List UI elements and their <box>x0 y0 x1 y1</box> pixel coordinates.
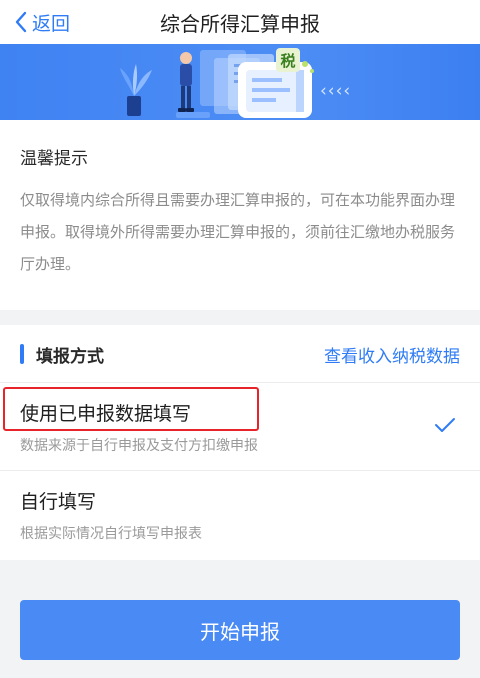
plant-icon <box>120 64 152 116</box>
option-self-fill[interactable]: 自行填写 根据实际情况自行填写申报表 <box>0 471 480 559</box>
highlight-annotation-box <box>3 387 259 431</box>
option-subtitle: 数据来源于自行申报及支付方扣缴申报 <box>20 438 258 454</box>
section-marker <box>20 344 24 364</box>
tips-card: 温馨提示 仅取得境内综合所得且需要办理汇算申报的，可在本功能界面办理申报。取得境… <box>0 120 480 310</box>
arrows-decoration: ‹‹‹‹ <box>320 81 351 101</box>
option-subtitle: 根据实际情况自行填写申报表 <box>20 526 202 542</box>
tips-title: 温馨提示 <box>20 149 88 169</box>
tax-badge-text: 税 <box>280 52 295 70</box>
page: 返回 综合所得汇算申报 税 ‹‹‹‹ 温馨提示 仅取得境内综合所得且需要办理汇算… <box>0 0 480 678</box>
phone-icon <box>238 62 312 118</box>
navbar: 返回 综合所得汇算申报 <box>0 0 480 44</box>
section-title: 填报方式 <box>36 347 104 367</box>
view-income-tax-data-link[interactable]: 查看收入纳税数据 <box>324 342 460 367</box>
start-filing-button[interactable]: 开始申报 <box>20 600 460 660</box>
filing-method-card: 填报方式 查看收入纳税数据 使用已申报数据填写 数据来源于自行申报及支付方扣缴申… <box>0 325 480 560</box>
option-title: 自行填写 <box>20 491 97 513</box>
tips-body: 仅取得境内综合所得且需要办理汇算申报的，可在本功能界面办理申报。取得境外所得需要… <box>20 191 456 273</box>
banner-illustration: 税 ‹‹‹‹ <box>120 48 351 118</box>
filing-method-header: 填报方式 查看收入纳税数据 <box>0 325 480 383</box>
banner: 税 ‹‹‹‹ <box>0 44 480 120</box>
checkmark-icon <box>435 418 455 432</box>
page-title: 综合所得汇算申报 <box>160 11 320 36</box>
